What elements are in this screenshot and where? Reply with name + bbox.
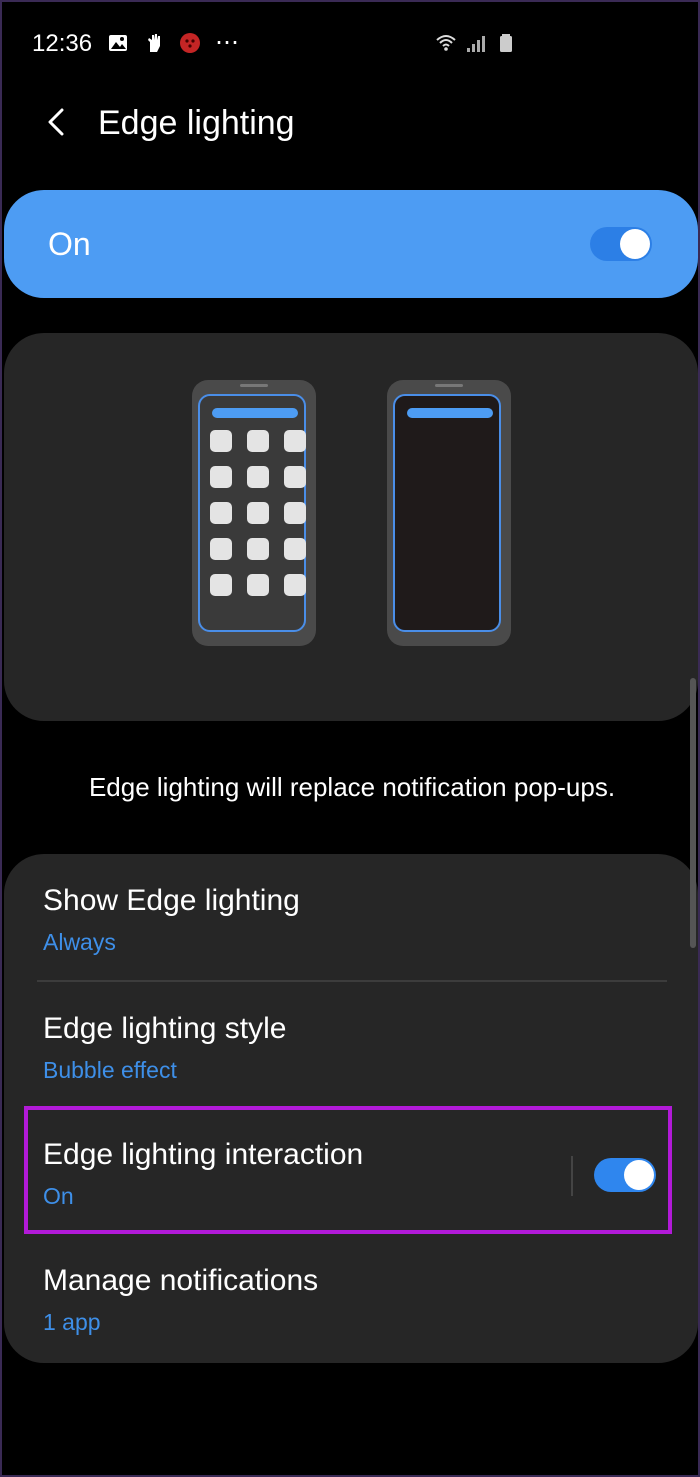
gallery-icon	[109, 35, 127, 51]
status-system-icons	[435, 32, 517, 54]
status-time: 12:36	[32, 30, 93, 57]
app-icon	[210, 538, 232, 560]
setting-manage-notifications[interactable]: Manage notifications 1 app	[4, 1234, 698, 1360]
phone-screen	[393, 394, 501, 632]
setting-edge-lighting-style[interactable]: Edge lighting style Bubble effect	[4, 982, 698, 1108]
app-icon	[247, 574, 269, 596]
app-icon	[247, 430, 269, 452]
notification-bar	[212, 408, 298, 418]
toggle-knob	[620, 229, 650, 259]
master-switch-label: On	[48, 226, 91, 262]
highlight-box	[24, 1106, 672, 1234]
app-icon	[284, 466, 306, 488]
app-icon	[210, 466, 232, 488]
battery-icon	[500, 34, 512, 52]
setting-subtitle: Bubble effect	[43, 1057, 177, 1083]
app-icon	[210, 574, 232, 596]
ladybug-app-icon	[180, 33, 200, 53]
app-icon-grid	[210, 430, 306, 596]
more-dots-icon: ⋯	[215, 29, 239, 56]
status-notification-icons: ⋯	[107, 29, 239, 56]
description-text: Edge lighting will replace notification …	[88, 772, 616, 802]
app-icon	[210, 502, 232, 524]
app-icon	[284, 430, 306, 452]
setting-title: Manage notifications	[43, 1264, 319, 1297]
signal-icon	[467, 36, 485, 52]
app-bar: Edge lighting	[2, 88, 700, 160]
app-icon	[284, 574, 306, 596]
wifi-icon	[436, 35, 456, 51]
phone-blank-illustration	[387, 380, 511, 646]
setting-subtitle: 1 app	[43, 1309, 101, 1335]
phone-with-apps-illustration	[192, 380, 316, 646]
master-toggle[interactable]	[590, 227, 652, 261]
setting-subtitle: Always	[43, 929, 116, 955]
phone-screen	[198, 394, 306, 632]
setting-title: Edge lighting style	[43, 1012, 287, 1045]
hand-icon	[148, 34, 160, 52]
setting-show-edge-lighting[interactable]: Show Edge lighting Always	[4, 854, 698, 980]
app-icon	[284, 538, 306, 560]
app-icon	[210, 430, 232, 452]
scrollbar[interactable]	[690, 678, 696, 948]
phone-speaker	[240, 384, 268, 387]
app-icon	[284, 502, 306, 524]
back-icon[interactable]	[38, 102, 78, 142]
edge-lighting-preview	[4, 333, 698, 721]
page-title: Edge lighting	[98, 104, 295, 142]
master-switch-bar[interactable]: On	[4, 190, 698, 298]
app-icon	[247, 538, 269, 560]
app-icon	[247, 502, 269, 524]
setting-title: Show Edge lighting	[43, 884, 300, 917]
phone-speaker	[435, 384, 463, 387]
notification-bar	[407, 408, 493, 418]
app-icon	[247, 466, 269, 488]
status-bar: 12:36 ⋯	[2, 2, 700, 88]
